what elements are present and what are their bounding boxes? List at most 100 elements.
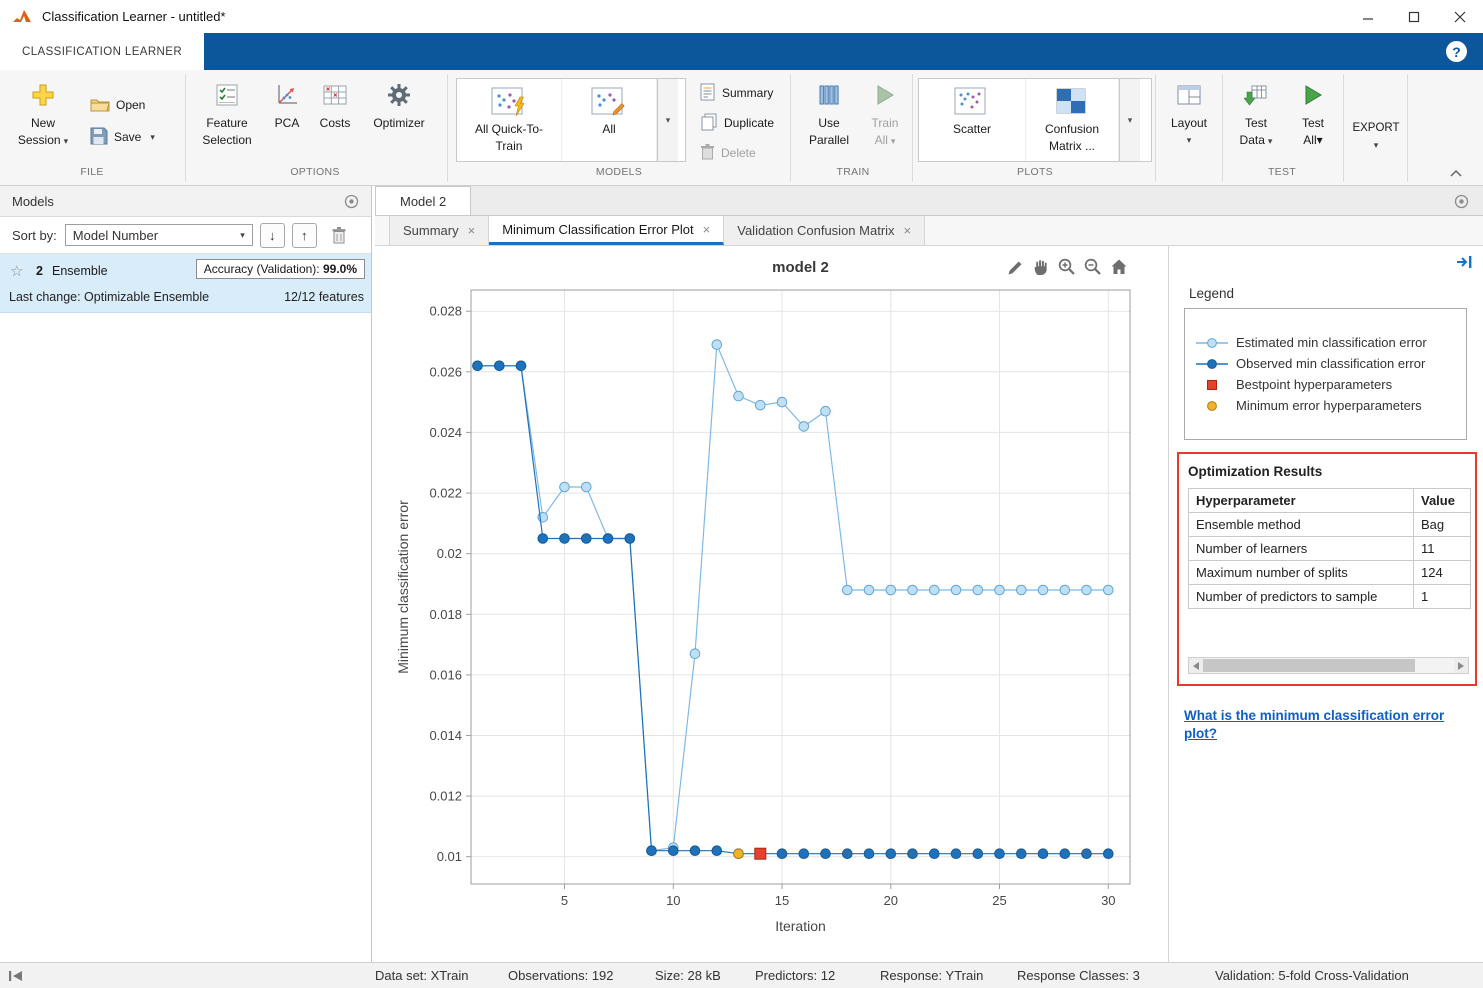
svg-text:0.028: 0.028 bbox=[429, 304, 462, 319]
section-divider bbox=[1222, 74, 1223, 182]
train-all-button[interactable]: Train All ▾ bbox=[862, 74, 908, 150]
section-divider bbox=[185, 74, 186, 182]
matlab-logo-icon bbox=[12, 8, 32, 25]
sort-ascending-button[interactable]: ↑ bbox=[291, 222, 317, 248]
section-divider bbox=[1407, 74, 1408, 182]
pca-button[interactable]: PCA bbox=[266, 74, 308, 132]
edit-plot-icon[interactable] bbox=[1004, 256, 1026, 278]
use-parallel-button[interactable]: Use Parallel bbox=[800, 74, 858, 150]
min-classification-error-plot[interactable]: 5 10 15 20 25 30 0.01 0.012 0.014 0.016 0.018 0.02 0… bbox=[375, 246, 1168, 962]
sort-by-select[interactable]: Model Number ▾ bbox=[64, 224, 253, 246]
model-delete-button[interactable]: Delete bbox=[700, 142, 756, 164]
collapse-panel-icon[interactable] bbox=[8, 970, 24, 985]
summary-document-icon bbox=[700, 83, 716, 104]
svg-text:25: 25 bbox=[992, 893, 1006, 908]
delete-label: Delete bbox=[721, 146, 756, 160]
dropdown-caret-icon: ▾ bbox=[150, 131, 155, 142]
window-title: Classification Learner - untitled* bbox=[42, 9, 226, 24]
confusion-matrix-label-2: Matrix ... bbox=[1048, 138, 1095, 153]
all-models-button[interactable]: All bbox=[562, 79, 657, 161]
figure-area: 5 10 15 20 25 30 0.01 0.012 0.014 0.016 0.018 0.02 0… bbox=[375, 246, 1483, 962]
dropdown-caret-icon: ▾ bbox=[1316, 133, 1323, 148]
plots-gallery-expand-button[interactable]: ▾ bbox=[1119, 79, 1140, 161]
scroll-right-icon[interactable] bbox=[1454, 658, 1468, 673]
legend-item-estimated: Estimated min classification error bbox=[1195, 335, 1466, 350]
model-summary-button[interactable]: Summary bbox=[700, 82, 773, 104]
scroll-left-icon[interactable] bbox=[1189, 658, 1203, 673]
tab-classification-learner[interactable]: CLASSIFICATION LEARNER bbox=[0, 33, 205, 70]
zoom-in-icon[interactable] bbox=[1056, 256, 1078, 278]
tab-minimum-classification-error-plot[interactable]: Minimum Classification Error Plot × bbox=[489, 216, 725, 245]
delete-model-icon[interactable] bbox=[331, 226, 347, 244]
train-all-label-1: Train bbox=[871, 116, 899, 130]
layout-button[interactable]: Layout ▾ bbox=[1160, 74, 1218, 146]
legend-title: Legend bbox=[1189, 286, 1235, 301]
panel-options-icon[interactable] bbox=[344, 194, 359, 212]
status-response-classes: Response Classes: 3 bbox=[1017, 968, 1140, 983]
collapse-ribbon-button[interactable] bbox=[1448, 166, 1464, 181]
legend-box: Estimated min classification error Obser… bbox=[1184, 308, 1467, 440]
save-label: Save bbox=[114, 130, 142, 144]
tab-validation-confusion-matrix[interactable]: Validation Confusion Matrix × bbox=[724, 216, 926, 245]
tab-model-2[interactable]: Model 2 bbox=[375, 186, 472, 215]
models-gallery-expand-button[interactable]: ▾ bbox=[657, 79, 678, 161]
help-button[interactable]: ? bbox=[1446, 41, 1467, 62]
costs-label: Costs bbox=[319, 116, 351, 130]
minimize-button[interactable] bbox=[1345, 0, 1391, 33]
all-quick-label-1: All Quick-To- bbox=[474, 122, 543, 136]
hyperparameter-value: 1 bbox=[1413, 584, 1471, 609]
panel-options-icon[interactable] bbox=[1454, 194, 1469, 212]
pca-icon bbox=[275, 80, 299, 110]
zoom-out-icon[interactable] bbox=[1082, 256, 1104, 278]
tab-summary[interactable]: Summary × bbox=[389, 216, 490, 245]
feature-selection-button[interactable]: Feature Selection bbox=[196, 74, 258, 150]
home-restore-view-icon[interactable] bbox=[1108, 256, 1130, 278]
save-button[interactable]: Save ▾ bbox=[90, 126, 155, 148]
test-all-button[interactable]: Test All▾ bbox=[1290, 74, 1336, 150]
layout-icon bbox=[1177, 80, 1201, 110]
maximize-button[interactable] bbox=[1391, 0, 1437, 33]
use-parallel-icon bbox=[819, 80, 839, 110]
open-button[interactable]: Open bbox=[90, 94, 145, 116]
confusion-matrix-button[interactable]: Confusion Matrix ... bbox=[1026, 79, 1119, 161]
scatter-plot-button[interactable]: Scatter bbox=[919, 79, 1026, 161]
favorite-star-icon[interactable]: ☆ bbox=[10, 262, 23, 280]
open-label: Open bbox=[116, 98, 146, 112]
scrollbar-thumb[interactable] bbox=[1203, 659, 1415, 672]
close-icon[interactable]: × bbox=[468, 223, 476, 238]
close-icon[interactable]: × bbox=[703, 222, 711, 237]
status-predictors: Predictors: 12 bbox=[755, 968, 836, 983]
model-list-item[interactable]: ☆ 2 Ensemble Accuracy (Validation): 99.0… bbox=[0, 254, 371, 313]
legend-item-bestpoint: Bestpoint hyperparameters bbox=[1195, 377, 1466, 392]
status-validation: Validation: 5-fold Cross-Validation bbox=[1215, 968, 1409, 983]
svg-text:0.022: 0.022 bbox=[429, 486, 462, 501]
all-quick-to-train-icon bbox=[491, 86, 527, 118]
model-duplicate-button[interactable]: Duplicate bbox=[700, 112, 774, 134]
help-link-min-classification-error[interactable]: What is the minimum classification error… bbox=[1184, 707, 1462, 743]
costs-button[interactable]: Costs bbox=[312, 74, 358, 132]
pan-hand-icon[interactable] bbox=[1030, 256, 1052, 278]
horizontal-scrollbar[interactable] bbox=[1188, 657, 1469, 674]
export-button[interactable]: EXPORT ▾ bbox=[1348, 74, 1404, 151]
svg-text:0.018: 0.018 bbox=[429, 607, 462, 622]
sort-by-label: Sort by: bbox=[12, 227, 57, 243]
pca-label: PCA bbox=[274, 116, 300, 130]
accuracy-label: Accuracy (Validation): bbox=[203, 262, 320, 276]
optimizer-button[interactable]: Optimizer bbox=[366, 74, 432, 132]
new-session-label-2: Session bbox=[17, 133, 61, 148]
use-parallel-label-2: Parallel bbox=[808, 133, 850, 148]
test-data-button[interactable]: Test Data ▾ bbox=[1230, 74, 1282, 150]
close-button[interactable] bbox=[1437, 0, 1483, 33]
svg-text:0.016: 0.016 bbox=[429, 667, 462, 682]
svg-text:5: 5 bbox=[561, 893, 568, 908]
section-label-plots: PLOTS bbox=[1017, 166, 1053, 178]
svg-text:0.024: 0.024 bbox=[429, 425, 462, 440]
close-icon[interactable]: × bbox=[904, 223, 912, 238]
section-label-options: OPTIONS bbox=[290, 166, 340, 178]
sort-descending-button[interactable]: ↓ bbox=[259, 222, 285, 248]
all-quick-label-2: Train bbox=[495, 138, 523, 153]
all-quick-to-train-button[interactable]: All Quick-To- Train bbox=[457, 79, 562, 161]
undock-icon[interactable] bbox=[1455, 254, 1475, 273]
new-session-button[interactable]: New Session ▾ bbox=[12, 74, 74, 150]
sort-by-value: Model Number bbox=[72, 227, 159, 243]
